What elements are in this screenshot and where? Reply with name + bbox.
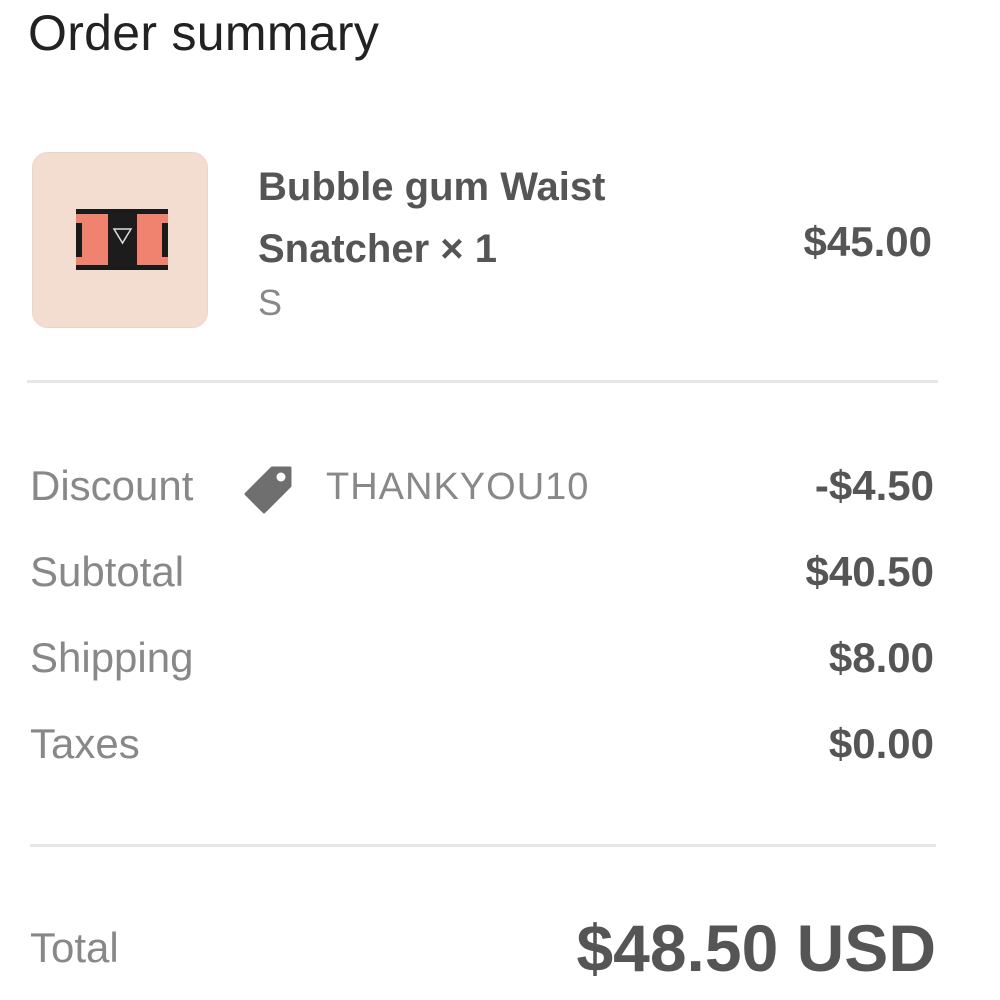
taxes-value: $0.00 — [828, 720, 934, 767]
discount-code: THANKYOU10 — [326, 466, 590, 508]
product-thumbnail — [32, 152, 208, 328]
discount-value: -$4.50 — [814, 462, 934, 509]
total-value: $48.50 USD — [576, 911, 936, 985]
product-variant: S — [258, 282, 283, 323]
taxes-label: Taxes — [30, 720, 140, 767]
shipping-value: $8.00 — [828, 634, 934, 681]
tag-icon — [242, 462, 296, 516]
discount-label: Discount — [30, 462, 194, 509]
waist-trainer-product-image — [76, 209, 168, 270]
product-price: $45.00 — [803, 218, 932, 265]
shipping-label: Shipping — [30, 634, 194, 681]
total-label: Total — [30, 924, 119, 971]
subtotal-label: Subtotal — [30, 548, 185, 595]
page-title: Order summary — [28, 5, 380, 61]
subtotal-value: $40.50 — [805, 548, 934, 595]
divider — [27, 380, 938, 383]
divider — [30, 844, 936, 847]
product-name: Bubble gum Waist Snatcher × 1 — [258, 165, 606, 271]
order-summary-panel: Order summary Bubble gum Waist Snatcher … — [0, 0, 1000, 1000]
